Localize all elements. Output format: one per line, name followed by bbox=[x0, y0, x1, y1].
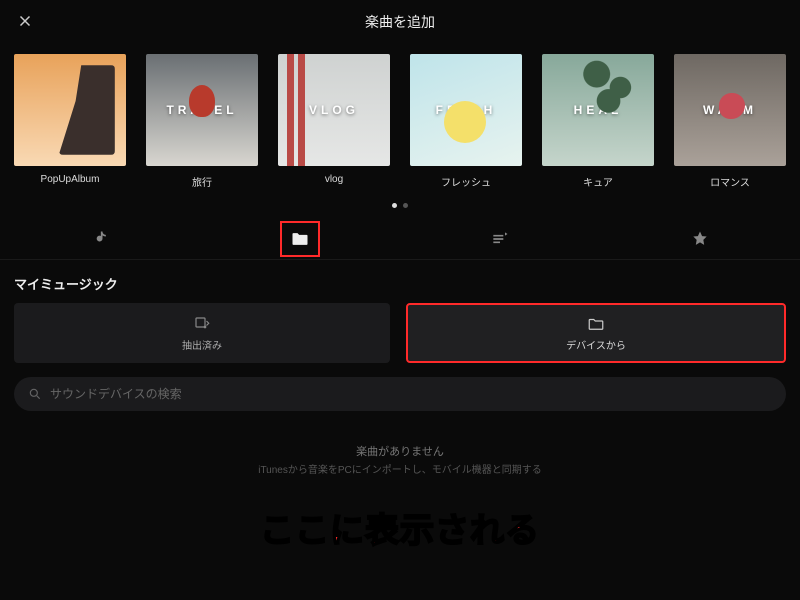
search-icon bbox=[28, 387, 42, 401]
empty-sub: iTunesから音楽をPCにインポートし、モバイル機器と同期する bbox=[0, 462, 800, 479]
close-icon bbox=[16, 12, 34, 30]
category-item[interactable]: FRESH フレッシュ bbox=[410, 54, 522, 189]
category-label: キュア bbox=[583, 174, 613, 189]
category-item[interactable]: PopUpAlbum bbox=[14, 54, 126, 189]
annotation-overlay: ここに表示される bbox=[0, 503, 800, 552]
category-thumb: HEAL bbox=[542, 54, 654, 166]
category-row: PopUpAlbum TRAVEL 旅行 VLOG vlog FRESH フレッ… bbox=[0, 44, 800, 197]
category-thumb: TRAVEL bbox=[146, 54, 258, 166]
category-thumb: FRESH bbox=[410, 54, 522, 166]
folder-icon bbox=[290, 229, 310, 249]
page-title: 楽曲を追加 bbox=[365, 12, 435, 32]
category-item[interactable]: WARM ロマンス bbox=[674, 54, 786, 189]
subtab-device[interactable]: デバイスから bbox=[406, 303, 786, 363]
category-item[interactable]: HEAL キュア bbox=[542, 54, 654, 189]
playlist-icon bbox=[490, 229, 510, 249]
tab-favorites[interactable] bbox=[600, 221, 800, 257]
search-input[interactable] bbox=[50, 387, 772, 401]
extract-icon bbox=[193, 315, 211, 333]
category-label: フレッシュ bbox=[441, 174, 491, 189]
sub-tabs: 抽出済み デバイスから bbox=[0, 303, 800, 363]
category-thumb: WARM bbox=[674, 54, 786, 166]
empty-state: 楽曲がありません iTunesから音楽をPCにインポートし、モバイル機器と同期す… bbox=[0, 425, 800, 497]
category-thumb bbox=[14, 54, 126, 166]
star-icon bbox=[690, 229, 710, 249]
empty-title: 楽曲がありません bbox=[0, 443, 800, 462]
pager-dot[interactable] bbox=[392, 203, 397, 208]
category-thumb: VLOG bbox=[278, 54, 390, 166]
category-item[interactable]: TRAVEL 旅行 bbox=[146, 54, 258, 189]
subtab-label: 抽出済み bbox=[182, 337, 222, 352]
category-item[interactable]: VLOG vlog bbox=[278, 54, 390, 189]
music-note-icon bbox=[90, 229, 110, 249]
pager-dots bbox=[0, 197, 800, 218]
category-label: PopUpAlbum bbox=[41, 174, 100, 185]
category-label: 旅行 bbox=[192, 174, 212, 189]
close-button[interactable] bbox=[16, 12, 36, 32]
tab-folder[interactable] bbox=[200, 221, 400, 257]
header: 楽曲を追加 bbox=[0, 0, 800, 44]
section-title: マイミュージック bbox=[0, 260, 800, 303]
category-label: vlog bbox=[325, 174, 343, 185]
category-label: ロマンス bbox=[710, 174, 750, 189]
device-folder-icon bbox=[587, 315, 605, 333]
search-bar[interactable] bbox=[14, 377, 786, 411]
pager-dot[interactable] bbox=[403, 203, 408, 208]
subtab-extracted[interactable]: 抽出済み bbox=[14, 303, 390, 363]
tab-playlist[interactable] bbox=[400, 221, 600, 257]
subtab-label: デバイスから bbox=[566, 337, 626, 352]
tab-tiktok[interactable] bbox=[0, 221, 200, 257]
source-tabs bbox=[0, 218, 800, 260]
